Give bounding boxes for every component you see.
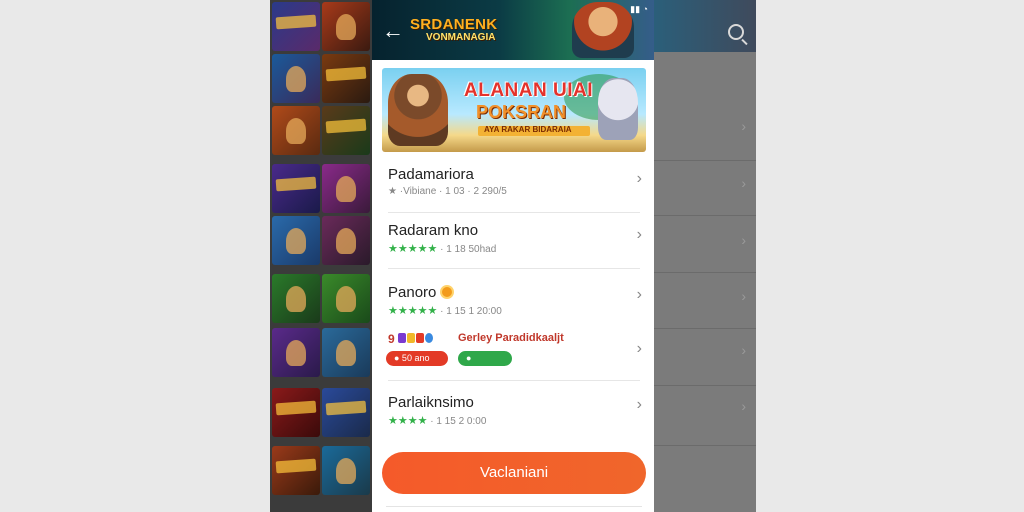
game-thumbnail xyxy=(322,2,370,51)
chevron-right-icon: › xyxy=(636,286,642,303)
banner-title-line1: ALANAN UIAI xyxy=(464,80,593,101)
game-thumbnail xyxy=(272,54,320,103)
game-thumbnail xyxy=(322,106,370,155)
game-thumbnail xyxy=(272,164,320,213)
chevron-right-icon: › xyxy=(636,226,642,243)
game-thumbnail xyxy=(272,106,320,155)
coin-icon xyxy=(440,285,455,299)
game-thumbnail xyxy=(272,388,320,437)
hero-character-art xyxy=(572,2,634,58)
rating-stars: ★★★★★ xyxy=(388,305,438,317)
background-list-panel: › › › › › › xyxy=(654,0,756,512)
badge-icon xyxy=(398,333,407,343)
divider xyxy=(654,160,756,161)
chevron-right-icon: › xyxy=(741,118,746,134)
divider xyxy=(654,215,756,216)
item-name: Radaram kno xyxy=(388,222,479,239)
rating-stars: ★★★★ xyxy=(388,415,428,427)
item-meta: · 1 15 2 0:00 xyxy=(430,416,487,427)
chevron-right-icon: › xyxy=(741,232,746,248)
game-thumbnail xyxy=(322,54,370,103)
game-thumbnail xyxy=(272,274,320,323)
divider xyxy=(386,506,642,507)
primary-action-button[interactable]: Vaclaniani xyxy=(382,452,646,494)
divider xyxy=(388,212,640,213)
game-thumbnail xyxy=(322,328,370,377)
tag-pill-red[interactable]: ● 50 ano xyxy=(386,351,448,366)
chevron-right-icon: › xyxy=(741,288,746,304)
rating-stars: ★★★★★ xyxy=(388,243,438,255)
tag-pill-green[interactable]: ● Calihnam xyxy=(458,351,512,378)
banner-title-line2: POKSRAN xyxy=(476,102,567,122)
header-title: SRDANENK xyxy=(410,16,498,33)
badge-icon xyxy=(425,333,434,343)
divider xyxy=(654,385,756,386)
badge-icon xyxy=(416,333,425,343)
chevron-right-icon: › xyxy=(741,398,746,414)
knight-character-art xyxy=(388,74,448,146)
game-thumbnail xyxy=(272,216,320,265)
chevron-right-icon: › xyxy=(636,170,642,187)
game-detail-sheet: ALANAN UIAI POKSRAN AYA RAKAR BIDARAIA P… xyxy=(372,60,654,512)
chevron-right-icon: › xyxy=(741,175,746,191)
promo-badges: 9 xyxy=(388,332,434,346)
list-item[interactable]: Radaram kno ★★★★★ · 1 18 50had › xyxy=(372,218,654,268)
search-icon[interactable] xyxy=(728,24,744,40)
divider xyxy=(388,380,640,381)
chevron-right-icon: › xyxy=(636,340,642,357)
robot-character-art xyxy=(598,78,638,140)
phone-screen: › › › › › › ← SRDANENK VONMANAGIA ▮▮ ◔ A… xyxy=(270,0,756,512)
divider xyxy=(654,272,756,273)
game-thumbnail xyxy=(322,274,370,323)
list-item[interactable]: Parlaiknsimo ★★★★ · 1 15 2 0:00 › xyxy=(372,386,654,438)
item-meta: · 1 18 50had xyxy=(440,244,497,255)
divider xyxy=(388,268,640,269)
banner-ribbon-text: AYA RAKAR BIDARAIA xyxy=(484,125,572,134)
list-item[interactable]: Padamariora ★ ·Vibiane · 1 03 · 2 290/5 … xyxy=(372,160,654,212)
header-subtitle: VONMANAGIA xyxy=(426,32,496,43)
game-thumbnail xyxy=(272,2,320,51)
promo-banner[interactable]: ALANAN UIAI POKSRAN AYA RAKAR BIDARAIA xyxy=(382,68,646,152)
chevron-right-icon: › xyxy=(636,396,642,413)
status-icons: ▮▮ ◔ xyxy=(630,4,648,14)
item-meta: · 1 15 1 20:00 xyxy=(440,306,502,317)
item-name: Padamariora xyxy=(388,166,474,183)
background-game-grid xyxy=(270,0,372,512)
badge-icon xyxy=(407,333,416,343)
item-name: Panoro xyxy=(388,284,437,301)
promo-text: Gerley Paradidkaaljt xyxy=(458,332,564,344)
item-name: Parlaiknsimo xyxy=(388,394,474,411)
item-meta: ★ ·Vibiane · 1 03 · 2 290/5 xyxy=(388,186,507,197)
list-item[interactable]: Panoro ★★★★★ · 1 15 1 20:00 › xyxy=(372,274,654,324)
game-thumbnail xyxy=(322,446,370,495)
app-header: ← SRDANENK VONMANAGIA ▮▮ ◔ xyxy=(372,0,654,60)
divider xyxy=(654,328,756,329)
promo-prefix: 9 xyxy=(388,332,395,346)
game-thumbnail xyxy=(272,446,320,495)
chevron-right-icon: › xyxy=(741,342,746,358)
arrow-left-icon[interactable]: ← xyxy=(382,20,404,42)
game-thumbnail xyxy=(272,328,320,377)
game-thumbnail xyxy=(322,164,370,213)
game-thumbnail xyxy=(322,216,370,265)
divider xyxy=(654,445,756,446)
game-thumbnail xyxy=(322,388,370,437)
